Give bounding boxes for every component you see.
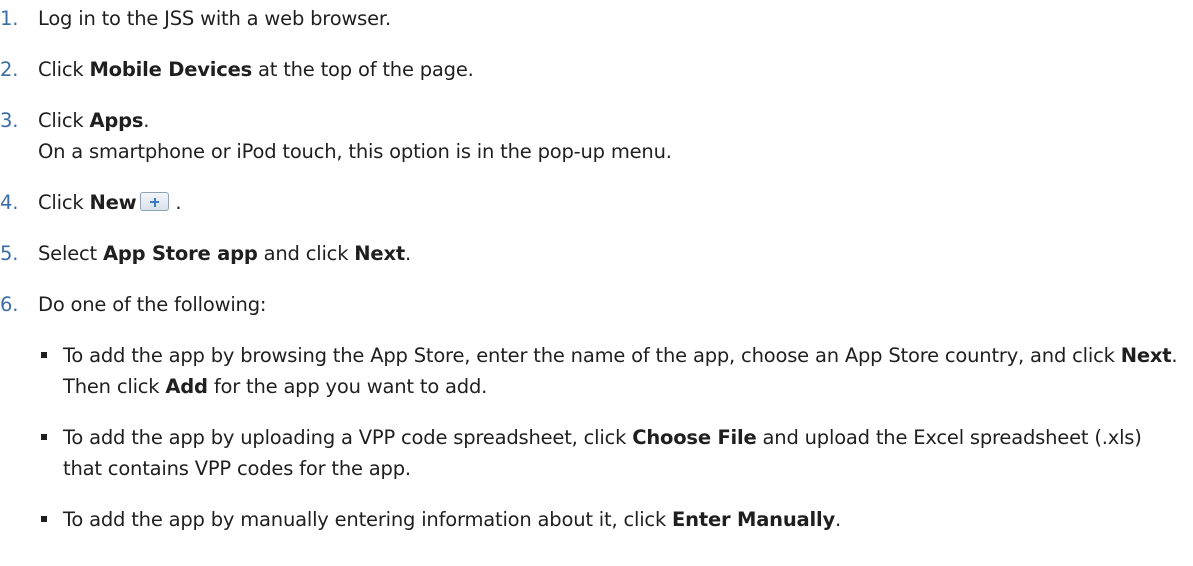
option-text: To add the app by uploading a VPP code s… (63, 426, 633, 449)
step-number: 5. (0, 242, 19, 265)
bullet-icon (41, 352, 47, 358)
step-text: Log in to the JSS with a web browser. (38, 7, 391, 30)
step-text: Click (38, 109, 90, 132)
step-3-note: On a smartphone or iPod touch, this opti… (38, 140, 672, 163)
step-number: 3. (0, 109, 19, 132)
step-text: at the top of the page. (252, 58, 474, 81)
step-2: 2. Click Mobile Devices at the top of the… (0, 54, 474, 85)
option-text: To add the app by browsing the App Store… (63, 344, 1121, 367)
ui-term-apps: Apps (89, 109, 144, 132)
step-text: . (143, 109, 150, 132)
step-4: 4. Click New . (0, 187, 182, 218)
bullet-icon (41, 434, 47, 440)
option-enter-manually: To add the app by manually entering info… (41, 504, 1178, 535)
ui-term-enter-manually: Enter Manually (672, 508, 835, 531)
ui-term-app-store-app: App Store app (102, 242, 258, 265)
instructions-document: 1. Log in to the JSS with a web browser. … (0, 0, 1193, 531)
step-text: and click (257, 242, 355, 265)
ui-term-choose-file: Choose File (632, 426, 757, 449)
step-6: 6. Do one of the following: (0, 289, 266, 320)
ui-term-mobile-devices: Mobile Devices (89, 58, 253, 81)
step-text: Click (38, 191, 90, 214)
step-1: 1. Log in to the JSS with a web browser. (0, 3, 391, 34)
step-text: . (404, 242, 411, 265)
option-browse-app-store: To add the app by browsing the App Store… (41, 340, 1178, 402)
step-text: . (169, 191, 182, 214)
option-text: for the app you want to add. (207, 375, 488, 398)
option-text: . (834, 508, 841, 531)
step-number: 6. (0, 293, 19, 316)
bullet-icon (41, 516, 47, 522)
step-5: 5. Select App Store app and click Next. (0, 238, 411, 269)
plus-icon (140, 192, 170, 211)
step-text: Select (38, 242, 103, 265)
step-number: 2. (0, 58, 19, 81)
option-text: To add the app by manually entering info… (63, 508, 673, 531)
ui-term-new: New (89, 191, 137, 214)
ui-term-next: Next (1120, 344, 1172, 367)
step-number: 4. (0, 191, 19, 214)
ui-term-next: Next (354, 242, 405, 265)
step-text: Do one of the following: (38, 293, 267, 316)
ui-term-add: Add (165, 375, 208, 398)
step-text: Click (38, 58, 90, 81)
step-number: 1. (0, 7, 19, 30)
step-3: 3. Click Apps. (0, 105, 149, 136)
option-upload-vpp: To add the app by uploading a VPP code s… (41, 422, 1178, 484)
